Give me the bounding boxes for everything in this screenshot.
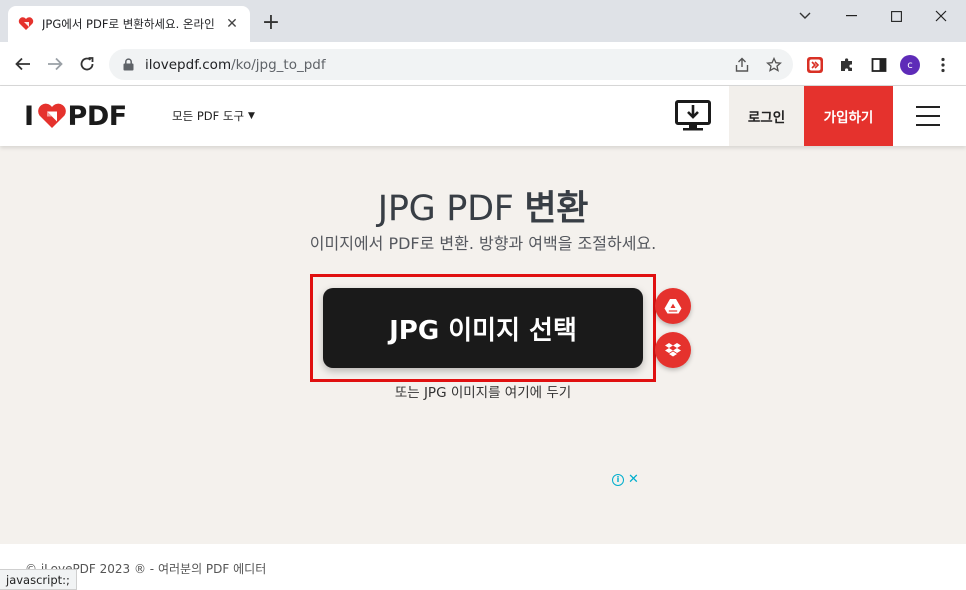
browser-menu-icon[interactable] (932, 54, 954, 76)
desktop-download-icon[interactable] (673, 98, 713, 134)
tab-title: JPG에서 PDF로 변환하세요. 온라인 (42, 17, 215, 31)
window-minimize-icon[interactable] (828, 0, 874, 32)
page-title-bold: 변환 (524, 189, 589, 229)
share-icon[interactable] (733, 56, 751, 74)
dropbox-icon (664, 342, 682, 358)
window-maximize-icon[interactable] (873, 0, 919, 32)
window-close-icon[interactable] (918, 0, 964, 32)
browser-tabstrip: JPG에서 PDF로 변환하세요. 온라인 ✕ + (0, 0, 966, 42)
side-panel-icon[interactable] (868, 54, 890, 76)
logo-text-pdf: PDF (67, 100, 128, 132)
page-title-light: JPG PDF (377, 189, 514, 229)
extensions-puzzle-icon[interactable] (836, 54, 858, 76)
site-header: I PDF 모든 PDF 도구 ▼ 로그인 가입하기 (0, 86, 966, 146)
page-subtitle: 이미지에서 PDF로 변환. 방향과 여백을 조절하세요. (309, 234, 657, 253)
bookmark-star-icon[interactable] (765, 56, 783, 74)
ad-choices[interactable]: i ✕ (612, 472, 639, 487)
forward-arrow-icon[interactable] (41, 50, 69, 78)
browser-toolbar: ilovepdf.com/ko/jpg_to_pdf c (0, 42, 966, 86)
all-pdf-tools-menu[interactable]: 모든 PDF 도구 ▼ (172, 108, 255, 124)
status-bar-url: javascript:; (0, 569, 77, 590)
new-tab-icon[interactable]: + (258, 10, 284, 36)
tab-close-icon[interactable]: ✕ (224, 16, 240, 32)
tools-menu-label: 모든 PDF 도구 (172, 109, 245, 123)
google-drive-button[interactable] (655, 288, 691, 324)
ilovepdf-logo[interactable]: I PDF (24, 100, 127, 132)
url-path: /ko/jpg_to_pdf (231, 56, 326, 73)
avatar-letter: c (900, 55, 920, 75)
browser-tab[interactable]: JPG에서 PDF로 변환하세요. 온라인 ✕ (8, 6, 250, 42)
dropbox-button[interactable] (655, 332, 691, 368)
ilovepdf-favicon-icon (18, 16, 34, 32)
profile-avatar[interactable]: c (899, 54, 921, 76)
login-button[interactable]: 로그인 (729, 86, 804, 146)
reload-icon[interactable] (73, 50, 101, 78)
drop-hint-text: 또는 JPG 이미지를 여기에 두기 (394, 385, 572, 401)
caret-down-icon: ▼ (248, 111, 255, 121)
main-content: JPG PDF 변환 이미지에서 PDF로 변환. 방향과 여백을 조절하세요.… (0, 146, 966, 544)
select-jpg-button[interactable]: JPG 이미지 선택 (323, 288, 643, 368)
tab-search-chevron-icon[interactable] (782, 0, 828, 32)
extension-red-icon[interactable] (804, 54, 826, 76)
address-bar[interactable]: ilovepdf.com/ko/jpg_to_pdf (109, 49, 793, 80)
ad-info-icon[interactable]: i (612, 473, 624, 486)
back-arrow-icon[interactable] (9, 50, 37, 78)
ad-close-icon[interactable]: ✕ (628, 472, 639, 487)
url-domain: ilovepdf.com (145, 56, 232, 73)
site-footer: © iLovePDF 2023 ® - 여러분의 PDF 에디터 (0, 544, 966, 590)
google-drive-icon (664, 298, 682, 314)
signup-button[interactable]: 가입하기 (804, 86, 893, 146)
page-title: JPG PDF 변환 (0, 180, 966, 231)
logo-heart-icon (37, 103, 67, 129)
logo-letter-i: I (24, 100, 34, 132)
hamburger-menu-icon[interactable] (913, 104, 943, 128)
lock-icon[interactable] (121, 58, 135, 72)
